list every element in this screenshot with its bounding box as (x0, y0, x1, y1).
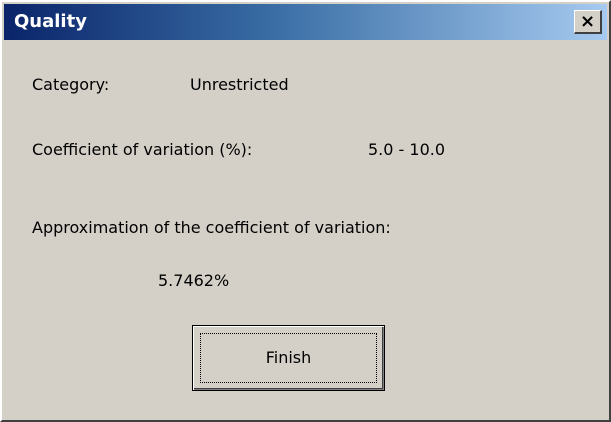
close-button[interactable]: × (574, 10, 602, 34)
category-label: Category: (32, 75, 110, 94)
category-value: Unrestricted (190, 75, 289, 94)
close-icon: × (579, 11, 596, 32)
finish-button-label: Finish (265, 348, 312, 367)
finish-button[interactable]: Finish (192, 325, 385, 391)
cv-label: Coefficient of variation (%): (32, 140, 253, 159)
title-bar[interactable]: Quality × (4, 4, 607, 40)
approx-value: 5.7462% (158, 271, 230, 290)
approx-label: Approximation of the coefficient of vari… (32, 218, 391, 237)
window-title: Quality (14, 11, 87, 32)
quality-dialog: Quality × Category: Unrestricted Coeffic… (0, 0, 611, 422)
cv-value: 5.0 - 10.0 (368, 140, 446, 159)
